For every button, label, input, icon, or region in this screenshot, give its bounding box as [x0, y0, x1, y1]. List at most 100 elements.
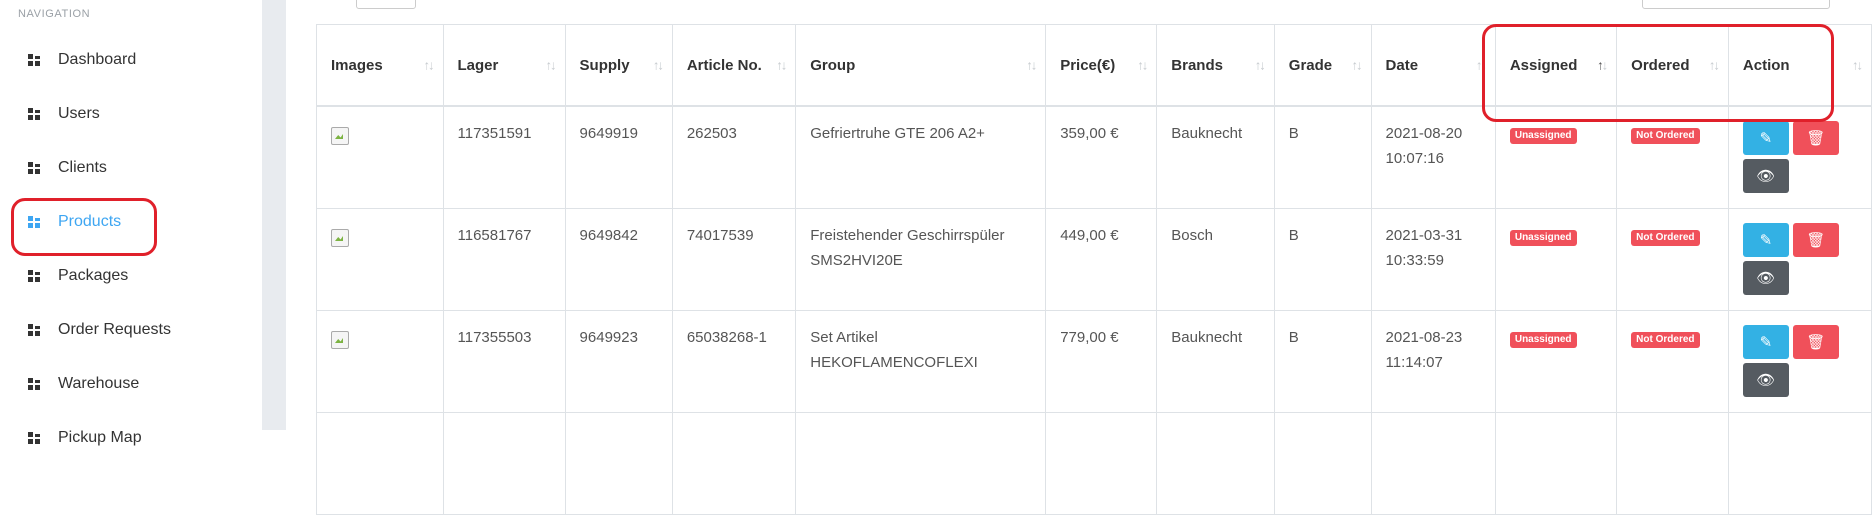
sort-icon[interactable]: ↑↓ — [1255, 58, 1266, 73]
grid-icon — [28, 108, 40, 120]
cell-assigned: Unassigned — [1494, 105, 1618, 209]
delete-button[interactable]: 🗑 — [1792, 325, 1839, 359]
cell-group: Freistehender Geschirrspüler SMS2HVI20E — [795, 208, 1047, 311]
empty-cell — [1370, 412, 1496, 515]
main-content: Images ↑↓ Lager ↑↓ Supply ↑↓ Article No. ↑↓ Grou… — [286, 0, 1872, 515]
trash-icon: 🗑 — [1806, 231, 1826, 249]
sort-icon[interactable]: ↑↓ — [1352, 58, 1363, 73]
empty-cell — [564, 412, 673, 515]
edit-icon: ✎ — [1759, 333, 1773, 351]
sidebar: NAVIGATION Dashboard Users Clients Products… — [0, 0, 262, 446]
ordered-badge: Not Ordered — [1631, 230, 1700, 246]
cell-lager: 117351591 — [442, 105, 566, 209]
sidebar-item-label: Order Requests — [58, 321, 171, 338]
sidebar-item-users[interactable]: Users — [0, 94, 262, 134]
edit-button[interactable]: ✎ — [1742, 325, 1789, 359]
cell-ordered: Not Ordered — [1616, 105, 1729, 209]
delete-button[interactable]: 🗑 — [1792, 223, 1839, 257]
cell-date: 2021-08-23 11:14:07 — [1370, 310, 1496, 413]
column-header-date[interactable]: Date ↑↓ — [1370, 24, 1496, 107]
column-header-label: Article No. — [686, 56, 762, 74]
cell-ordered: Not Ordered — [1616, 310, 1729, 413]
table-row: 117351591 9649919 262503 Gefriertruhe GTE 2… — [316, 105, 1872, 209]
column-header-label: Group — [810, 56, 856, 74]
column-header-price[interactable]: Price(€) ↑↓ — [1045, 24, 1158, 107]
column-header-label: Price(€) — [1060, 56, 1116, 74]
table-row: 116581767 9649842 74017539 Freistehender Ge… — [316, 208, 1872, 311]
cell-group: Set Artikel HEKOFLAMENCOFLEXI — [795, 310, 1047, 413]
trash-icon: 🗑 — [1806, 129, 1826, 147]
cell-grade: B — [1273, 310, 1372, 413]
edit-button[interactable]: ✎ — [1742, 223, 1789, 257]
view-button[interactable]: 👁 — [1742, 159, 1789, 193]
sort-icon[interactable]: ↑↓ — [546, 58, 557, 73]
sort-icon[interactable]: ↑↓ — [1026, 58, 1037, 73]
edit-icon: ✎ — [1759, 129, 1773, 147]
sort-icon[interactable]: ↑↓ — [1476, 58, 1487, 73]
column-header-lager[interactable]: Lager ↑↓ — [442, 24, 566, 107]
column-header-label: Ordered — [1631, 56, 1690, 74]
empty-cell — [1494, 412, 1618, 515]
products-table: Images ↑↓ Lager ↑↓ Supply ↑↓ Article No. ↑↓ Grou… — [316, 24, 1872, 515]
column-header-brands[interactable]: Brands ↑↓ — [1156, 24, 1275, 107]
column-header-action[interactable]: Action ↑↓ — [1727, 24, 1872, 107]
sort-icon[interactable]: ↑↓ — [653, 58, 664, 73]
empty-cell — [1727, 412, 1872, 515]
column-header-label: Brands — [1171, 56, 1223, 74]
edit-button[interactable]: ✎ — [1742, 121, 1789, 155]
column-header-label: Lager — [457, 56, 499, 74]
assigned-badge: Unassigned — [1509, 128, 1577, 144]
view-button[interactable]: 👁 — [1742, 261, 1789, 295]
cell-brand: Bauknecht — [1156, 310, 1275, 413]
table-row — [316, 412, 1872, 515]
edit-icon: ✎ — [1759, 231, 1773, 249]
cell-price: 779,00 € — [1045, 310, 1158, 413]
sidebar-item-packages[interactable]: Packages — [0, 256, 262, 296]
cell-supply: 9649919 — [564, 105, 673, 209]
cell-supply: 9649842 — [564, 208, 673, 311]
column-header-ordered[interactable]: Ordered ↑↓ — [1616, 24, 1729, 107]
sidebar-item-order-requests[interactable]: Order Requests — [0, 310, 262, 350]
column-header-assigned[interactable]: Assigned ↑↓ — [1494, 24, 1618, 107]
search-input[interactable] — [1642, 0, 1830, 9]
sidebar-item-warehouse[interactable]: Warehouse — [0, 364, 262, 404]
sidebar-item-products[interactable]: Products — [0, 202, 262, 242]
grid-icon — [28, 162, 40, 174]
sort-icon[interactable]: ↑↓ — [424, 58, 435, 73]
sort-icon[interactable]: ↑↓ — [1852, 58, 1863, 73]
sort-icon[interactable]: ↑↓ — [1709, 58, 1720, 73]
cell-price: 359,00 € — [1045, 105, 1158, 209]
sort-icon[interactable]: ↑↓ — [1597, 58, 1608, 73]
cell-assigned: Unassigned — [1494, 310, 1618, 413]
column-header-article-no[interactable]: Article No. ↑↓ — [671, 24, 797, 107]
sidebar-item-dashboard[interactable]: Dashboard — [0, 40, 262, 80]
column-header-group[interactable]: Group ↑↓ — [795, 24, 1047, 107]
delete-button[interactable]: 🗑 — [1792, 121, 1839, 155]
image-cell — [316, 105, 444, 209]
sort-icon[interactable]: ↑↓ — [776, 58, 787, 73]
cell-article: 74017539 — [671, 208, 797, 311]
cell-ordered: Not Ordered — [1616, 208, 1729, 311]
image-cell — [316, 208, 444, 311]
broken-image-icon — [331, 331, 349, 349]
empty-cell — [1045, 412, 1158, 515]
trash-icon: 🗑 — [1806, 333, 1826, 351]
sidebar-item-pickup-map[interactable]: Pickup Map — [0, 418, 262, 458]
cell-price: 449,00 € — [1045, 208, 1158, 311]
cell-grade: B — [1273, 208, 1372, 311]
cell-article: 262503 — [671, 105, 797, 209]
column-header-label: Action — [1742, 56, 1790, 74]
column-header-images[interactable]: Images ↑↓ — [316, 24, 444, 107]
sort-icon[interactable]: ↑↓ — [1137, 58, 1148, 73]
column-header-supply[interactable]: Supply ↑↓ — [564, 24, 673, 107]
cell-action: ✎ 🗑 👁 — [1727, 310, 1872, 413]
view-button[interactable]: 👁 — [1742, 363, 1789, 397]
page-length-select[interactable] — [356, 0, 416, 9]
sidebar-item-label: Products — [58, 213, 122, 230]
column-header-grade[interactable]: Grade ↑↓ — [1273, 24, 1372, 107]
sidebar-item-clients[interactable]: Clients — [0, 148, 262, 188]
empty-cell — [795, 412, 1047, 515]
cell-grade: B — [1273, 105, 1372, 209]
grid-icon — [28, 54, 40, 66]
empty-cell — [1156, 412, 1275, 515]
